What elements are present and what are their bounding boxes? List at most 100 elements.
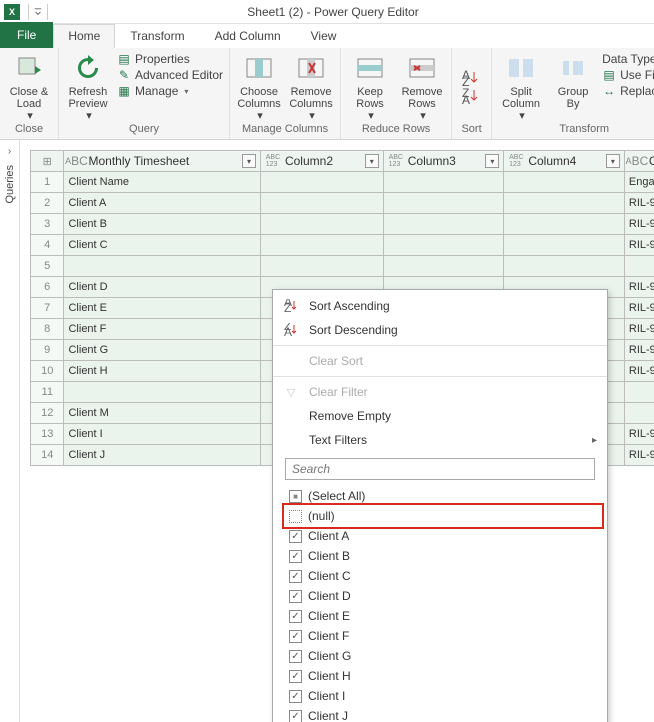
table-row[interactable]: 2 Client A RIL-9876-2020 bbox=[31, 193, 654, 214]
checkbox-checked[interactable] bbox=[289, 590, 302, 603]
cell[interactable]: RIL-9881-2021 bbox=[624, 319, 654, 340]
cell[interactable]: Client E bbox=[64, 298, 260, 319]
replace-values-button[interactable]: ↔Replace bbox=[602, 84, 654, 98]
cell[interactable]: RIL-9880-2020 bbox=[624, 298, 654, 319]
cell[interactable] bbox=[383, 235, 504, 256]
column-header-2[interactable]: ABC123Column2▾ bbox=[260, 151, 383, 172]
cell[interactable] bbox=[504, 193, 625, 214]
column-header-1[interactable]: ABCMonthly Timesheet▾ bbox=[64, 151, 260, 172]
filter-value-item[interactable]: Client A bbox=[285, 526, 595, 546]
advanced-editor-button[interactable]: ✎Advanced Editor bbox=[117, 68, 223, 82]
cell[interactable]: RIL-9876-2020 bbox=[624, 193, 654, 214]
row-number[interactable]: 14 bbox=[31, 445, 64, 466]
filter-select-all[interactable]: (Select All) bbox=[285, 486, 595, 506]
table-row[interactable]: 5 bbox=[31, 256, 654, 277]
cell[interactable] bbox=[383, 214, 504, 235]
sort-ascending-item[interactable]: AZSort Ascending bbox=[273, 294, 607, 318]
remove-columns-button[interactable]: Remove Columns▾ bbox=[288, 50, 334, 122]
row-number[interactable]: 1 bbox=[31, 172, 64, 193]
filter-button-col1[interactable]: ▾ bbox=[242, 154, 256, 168]
cell[interactable] bbox=[624, 403, 654, 424]
cell[interactable] bbox=[504, 235, 625, 256]
table-row[interactable]: 1 Client Name Engagement Letter bbox=[31, 172, 654, 193]
tab-file[interactable]: File bbox=[0, 22, 53, 48]
filter-value-item[interactable]: Client C bbox=[285, 566, 595, 586]
checkbox-checked[interactable] bbox=[289, 530, 302, 543]
row-number[interactable]: 13 bbox=[31, 424, 64, 445]
keep-rows-button[interactable]: Keep Rows▾ bbox=[347, 50, 393, 122]
tab-add-column[interactable]: Add Column bbox=[200, 24, 296, 48]
checkbox-checked[interactable] bbox=[289, 630, 302, 643]
cell[interactable]: Engagement Letter bbox=[624, 172, 654, 193]
filter-value-item[interactable]: Client F bbox=[285, 626, 595, 646]
cell[interactable] bbox=[504, 256, 625, 277]
filter-value-item[interactable]: Client E bbox=[285, 606, 595, 626]
cell[interactable]: RIL-9882-2021 bbox=[624, 340, 654, 361]
filter-button-col4[interactable]: ▾ bbox=[606, 154, 620, 168]
cell[interactable] bbox=[260, 235, 383, 256]
table-row[interactable]: 3 Client B RIL-9877-2021 bbox=[31, 214, 654, 235]
cell[interactable]: RIL-9883-2021 bbox=[624, 361, 654, 382]
cell[interactable]: Client A bbox=[64, 193, 260, 214]
use-first-row-button[interactable]: ▤Use First bbox=[602, 68, 654, 82]
remove-empty-item[interactable]: Remove Empty bbox=[273, 404, 607, 428]
select-all-corner[interactable]: ⊞ bbox=[31, 151, 64, 172]
checkbox-unchecked[interactable] bbox=[289, 510, 302, 523]
group-by-button[interactable]: Group By bbox=[550, 50, 596, 110]
cell[interactable]: Client M bbox=[64, 403, 260, 424]
row-number[interactable]: 12 bbox=[31, 403, 64, 424]
cell[interactable] bbox=[64, 256, 260, 277]
filter-button-col3[interactable]: ▾ bbox=[485, 154, 499, 168]
cell[interactable]: Client H bbox=[64, 361, 260, 382]
row-number[interactable]: 5 bbox=[31, 256, 64, 277]
row-number[interactable]: 11 bbox=[31, 382, 64, 403]
row-number[interactable]: 2 bbox=[31, 193, 64, 214]
data-type-button[interactable]: Data Type: T bbox=[602, 52, 654, 66]
split-column-button[interactable]: Split Column▾ bbox=[498, 50, 544, 122]
queries-pane-collapsed[interactable]: › Queries bbox=[0, 140, 20, 722]
cell[interactable] bbox=[260, 172, 383, 193]
column-header-4[interactable]: ABC123Column4▾ bbox=[504, 151, 625, 172]
sort-descending-item[interactable]: ZASort Descending bbox=[273, 318, 607, 342]
cell[interactable]: RIL-9877-2021 bbox=[624, 214, 654, 235]
checkbox-checked[interactable] bbox=[289, 570, 302, 583]
row-number[interactable]: 6 bbox=[31, 277, 64, 298]
checkbox-checked[interactable] bbox=[289, 670, 302, 683]
cell[interactable]: Client C bbox=[64, 235, 260, 256]
qat-dropdown[interactable] bbox=[33, 7, 43, 17]
choose-columns-button[interactable]: Choose Columns▾ bbox=[236, 50, 282, 122]
checkbox-checked[interactable] bbox=[289, 650, 302, 663]
row-number[interactable]: 9 bbox=[31, 340, 64, 361]
cell[interactable]: RIL-9879-2021 bbox=[624, 277, 654, 298]
table-row[interactable]: 4 Client C RIL-9878-2021 bbox=[31, 235, 654, 256]
cell[interactable]: RIL-9885-2019 bbox=[624, 445, 654, 466]
cell[interactable] bbox=[624, 256, 654, 277]
checkbox-indeterminate[interactable] bbox=[289, 490, 302, 503]
cell[interactable] bbox=[383, 193, 504, 214]
sort-asc-button[interactable]: AZ bbox=[462, 70, 482, 86]
filter-search-input[interactable] bbox=[285, 458, 595, 480]
filter-value-item[interactable]: Client J bbox=[285, 706, 595, 722]
sort-desc-button[interactable]: ZA bbox=[462, 88, 482, 104]
column-header-3[interactable]: ABC123Column3▾ bbox=[383, 151, 504, 172]
filter-value-item[interactable]: Client I bbox=[285, 686, 595, 706]
filter-value-item[interactable]: Client G bbox=[285, 646, 595, 666]
checkbox-checked[interactable] bbox=[289, 610, 302, 623]
cell[interactable] bbox=[624, 382, 654, 403]
filter-value-item[interactable]: Client B bbox=[285, 546, 595, 566]
row-number[interactable]: 10 bbox=[31, 361, 64, 382]
cell[interactable]: Client G bbox=[64, 340, 260, 361]
cell[interactable] bbox=[383, 256, 504, 277]
filter-button-col2[interactable]: ▾ bbox=[365, 154, 379, 168]
cell[interactable]: Client F bbox=[64, 319, 260, 340]
cell[interactable]: RIL-9884-2021 bbox=[624, 424, 654, 445]
filter-value-item[interactable]: Client D bbox=[285, 586, 595, 606]
checkbox-checked[interactable] bbox=[289, 690, 302, 703]
properties-button[interactable]: ▤Properties bbox=[117, 52, 223, 66]
tab-home[interactable]: Home bbox=[53, 24, 115, 48]
cell[interactable] bbox=[260, 214, 383, 235]
tab-view[interactable]: View bbox=[296, 24, 352, 48]
cell[interactable]: Client Name bbox=[64, 172, 260, 193]
cell[interactable] bbox=[383, 172, 504, 193]
close-and-load-button[interactable]: Close & Load▾ bbox=[6, 50, 52, 122]
